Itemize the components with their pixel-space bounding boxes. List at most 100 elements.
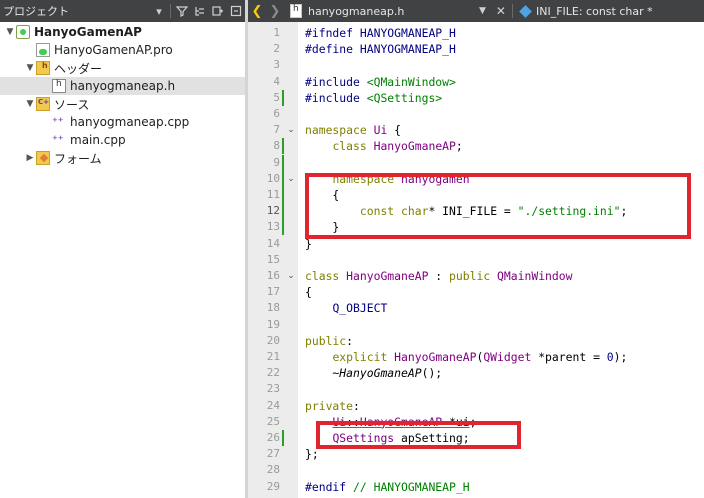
tree-item-label: フォーム	[54, 151, 102, 166]
code-line: 5 #include <QSettings>	[248, 89, 704, 106]
forward-arrow-icon[interactable]: ❯	[266, 4, 284, 19]
project-panel-title: プロジェクト	[3, 5, 69, 18]
code-text[interactable]: #include <QSettings>	[305, 90, 442, 106]
chevron-down-icon[interactable]: ▼	[24, 63, 36, 73]
line-number: 9	[273, 155, 280, 169]
tree-item-label: ヘッダー	[54, 61, 103, 76]
chevron-down-icon[interactable]: ▾	[150, 0, 168, 22]
fold-toggle-icon[interactable]: ⌄	[286, 171, 296, 187]
code-line: 19	[248, 317, 704, 333]
filter-icon[interactable]	[173, 0, 191, 22]
code-text[interactable]: {	[305, 284, 312, 300]
line-number: 28	[266, 463, 280, 477]
highlight-box-qsettings	[316, 421, 521, 449]
close-panel-icon[interactable]	[227, 0, 245, 22]
line-number: 21	[266, 350, 280, 363]
project-panel-toolbar: プロジェクト ▾	[0, 0, 245, 22]
code-line: 29 #endif // HANYOGMANEAP_H	[248, 479, 704, 495]
modified-line-marker	[282, 154, 284, 171]
chevron-down-icon[interactable]: ▼	[4, 27, 16, 37]
line-number: 11	[266, 188, 280, 201]
tree-item-forms[interactable]: ▶ フォーム	[0, 149, 245, 167]
fold-toggle-icon[interactable]: ⌄	[286, 268, 296, 284]
tree-item-project[interactable]: ▼ HanyoGamenAP	[0, 23, 245, 41]
code-line: 24 private:	[248, 398, 704, 414]
tree-item-pro-file[interactable]: HanyoGamenAP.pro	[0, 41, 245, 59]
line-number: 5	[273, 90, 280, 104]
line-number: 14	[266, 236, 280, 250]
line-number: 26	[266, 431, 280, 444]
code-text[interactable]: ~HanyoGmaneAP();	[305, 365, 442, 381]
project-panel: プロジェクト ▾ ▼ HanyoGamenAP HanyoGamenAP.pro…	[0, 0, 245, 498]
code-text[interactable]: public:	[305, 333, 353, 349]
line-number: 4	[273, 74, 280, 88]
chevron-down-icon[interactable]: ▼	[479, 6, 486, 16]
code-line: 15	[248, 252, 704, 268]
header-file-icon	[52, 79, 66, 93]
line-number: 1	[273, 26, 280, 39]
modified-line-marker	[282, 203, 284, 220]
tree-item-label: ソース	[54, 97, 90, 112]
editor-toolbar: ❮ ❯ hanyogmaneap.h ▼ ✕ INI_FILE: const c…	[248, 0, 704, 22]
code-line: 2 #define HANYOGMANEAP_H	[248, 41, 704, 57]
code-text[interactable]: Q_OBJECT	[305, 300, 387, 316]
chevron-right-icon[interactable]: ▶	[24, 153, 36, 163]
tree-item-label: HanyoGamenAP.pro	[54, 43, 173, 57]
code-line: 23	[248, 381, 704, 397]
code-text[interactable]: #endif // HANYOGMANEAP_H	[305, 479, 470, 495]
code-text[interactable]: namespace Ui {	[305, 122, 401, 138]
open-document-combo[interactable]: hanyogmaneap.h	[308, 5, 473, 18]
tree-item-header-file[interactable]: hanyogmaneap.h	[0, 77, 245, 95]
code-text[interactable]: private:	[305, 398, 360, 414]
code-line: 16 class HanyoGmaneAP : public QMainWindo…	[248, 268, 704, 284]
code-text[interactable]: #ifndef HANYOGMANEAP_H	[305, 25, 456, 41]
code-text[interactable]: #define HANYOGMANEAP_H	[305, 41, 456, 57]
line-number: 17	[266, 285, 280, 299]
line-number: 18	[266, 301, 280, 315]
modified-line-marker	[282, 138, 284, 155]
line-number: 7	[273, 123, 280, 137]
form-folder-icon	[36, 151, 50, 165]
line-number: 10	[266, 171, 280, 185]
symbol-icon	[519, 4, 532, 18]
line-number: 27	[266, 447, 280, 461]
code-line: 17 {	[248, 284, 704, 300]
tree-item-main-cpp[interactable]: ⁺⁺ main.cpp	[0, 131, 245, 149]
code-line: 4 #include <QMainWindow>	[248, 74, 704, 90]
back-arrow-icon[interactable]: ❮	[248, 4, 266, 19]
code-text[interactable]: class HanyoGmaneAP;	[305, 138, 462, 154]
line-number: 2	[273, 42, 280, 56]
cpp-file-icon: ⁺⁺	[52, 133, 64, 146]
line-number: 12	[266, 204, 280, 218]
code-text[interactable]: explicit HanyoGmaneAP(QWidget *parent = …	[305, 349, 627, 365]
source-folder-icon	[36, 97, 50, 111]
tree-item-cpp-file[interactable]: ⁺⁺ hanyogmaneap.cpp	[0, 113, 245, 131]
line-number: 8	[273, 139, 280, 153]
code-text[interactable]: class HanyoGmaneAP : public QMainWindow	[305, 268, 572, 284]
code-line: 1 #ifndef HANYOGMANEAP_H	[248, 25, 704, 41]
code-line: 7 namespace Ui { ⌄	[248, 122, 704, 138]
line-number: 16	[266, 269, 280, 282]
symbol-combo[interactable]: INI_FILE: const char *	[536, 5, 653, 18]
close-document-icon[interactable]: ✕	[496, 4, 506, 18]
code-line: 28	[248, 462, 704, 478]
tree-item-label: HanyoGamenAP	[34, 25, 142, 39]
line-number: 25	[266, 414, 280, 428]
code-line: 20 public:	[248, 333, 704, 349]
tree-item-sources[interactable]: ▼ ソース	[0, 95, 245, 113]
tree-item-headers[interactable]: ▼ ヘッダー	[0, 59, 245, 77]
modified-line-marker	[282, 430, 284, 446]
line-number: 23	[266, 382, 280, 396]
tree-item-label: hanyogmaneap.h	[70, 79, 176, 93]
tree-item-label: main.cpp	[70, 133, 126, 147]
fold-toggle-icon[interactable]: ⌄	[286, 122, 296, 138]
code-line: 18 Q_OBJECT	[248, 300, 704, 316]
code-line: 21 explicit HanyoGmaneAP(QWidget *parent…	[248, 349, 704, 365]
split-icon[interactable]	[209, 0, 227, 22]
line-number: 22	[266, 366, 280, 380]
code-text[interactable]: #include <QMainWindow>	[305, 74, 456, 90]
chevron-down-icon[interactable]: ▼	[24, 99, 36, 109]
modified-line-marker	[282, 219, 284, 236]
link-icon[interactable]	[191, 0, 209, 22]
modified-line-marker	[282, 89, 284, 106]
